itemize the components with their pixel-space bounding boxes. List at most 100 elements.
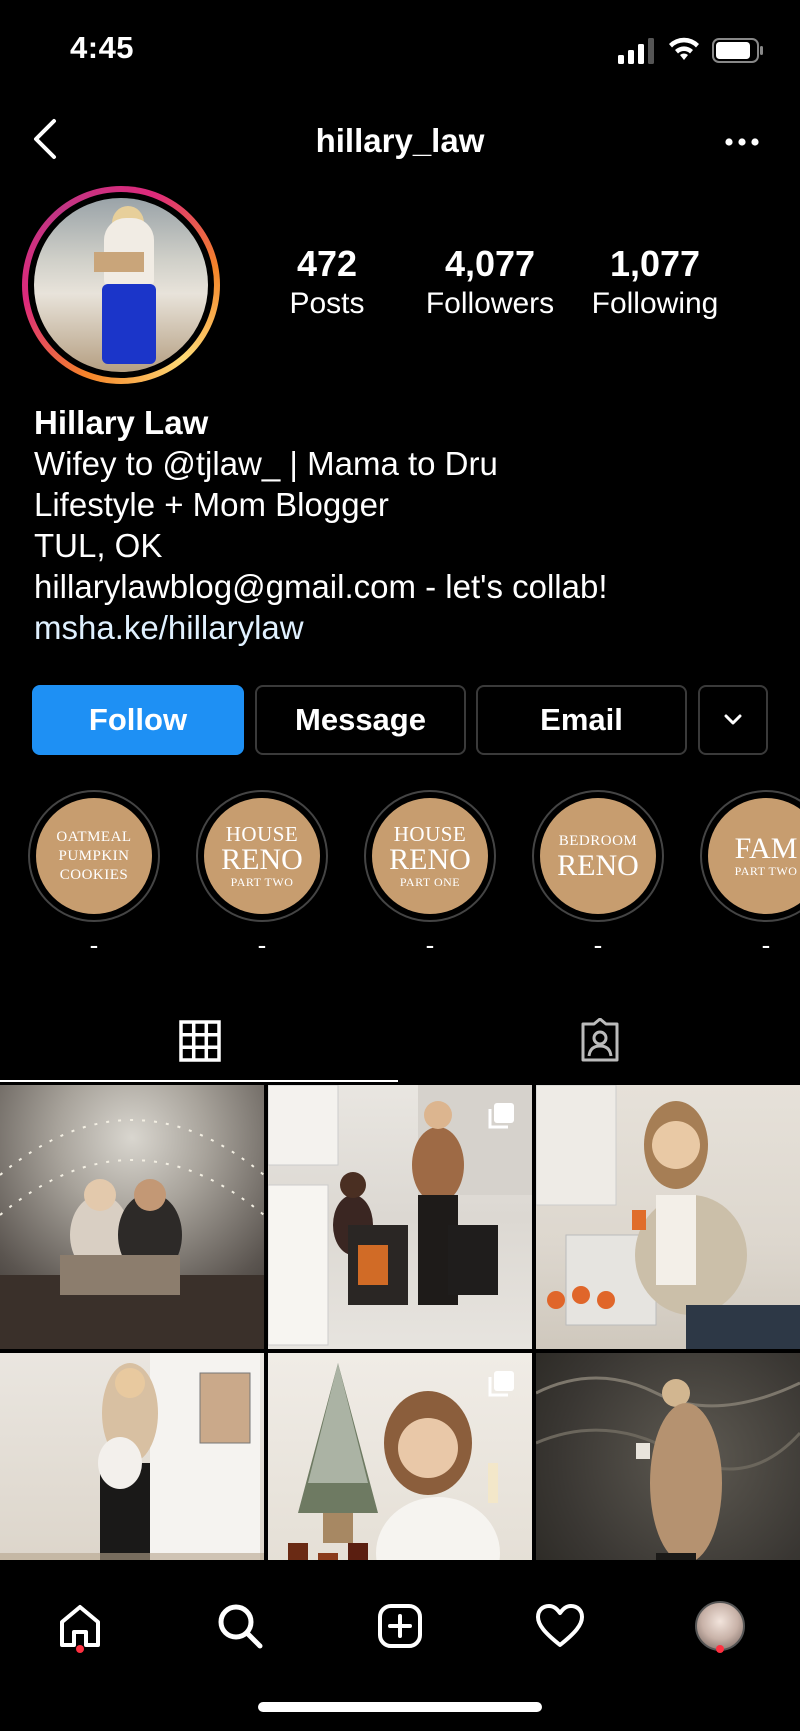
- highlight-cover-text: PART TWO: [230, 874, 294, 889]
- highlight-ring: HOUSE RENO PART TWO: [196, 790, 328, 922]
- bottom-tab-bar: [0, 1560, 800, 1731]
- highlight-cover-text: RENO: [221, 842, 303, 876]
- highlight-label: -: [593, 930, 603, 960]
- nav-search[interactable]: [200, 1586, 280, 1666]
- followers-stat[interactable]: 4,077 Followers: [415, 244, 565, 324]
- chevron-down-icon: [724, 714, 742, 725]
- multiple-photos-icon: [488, 1371, 514, 1397]
- cellular-signal-icon: [618, 38, 654, 64]
- email-button[interactable]: Email: [476, 685, 687, 755]
- new-post-icon: [378, 1604, 422, 1648]
- posts-count: 472: [296, 243, 358, 284]
- more-icon: [725, 138, 759, 146]
- highlight-cover-text: PUMPKIN: [58, 847, 130, 864]
- highlight-cover: FAM PART TWO: [708, 798, 800, 914]
- grid-icon: [179, 1020, 221, 1062]
- post-thumbnail[interactable]: [0, 1085, 264, 1349]
- highlight-cover-text: PART TWO: [734, 863, 798, 878]
- post-image: [536, 1085, 800, 1349]
- avatar-frame: [28, 192, 214, 378]
- bio-line: Lifestyle + Mom Blogger: [34, 486, 389, 523]
- highlight-ring: OATMEAL PUMPKIN COOKIES: [28, 790, 160, 922]
- highlight-cover-text: OATMEAL: [56, 828, 132, 845]
- nav-new-post[interactable]: [360, 1586, 440, 1666]
- profile-avatar: [34, 198, 208, 372]
- tagged-icon: [581, 1018, 619, 1062]
- profile-avatar: [695, 1601, 745, 1651]
- notification-dot: [76, 1645, 84, 1653]
- post-image: [0, 1119, 264, 1349]
- highlight-label: -: [761, 930, 771, 960]
- highlight-cover: HOUSE RENO PART TWO: [204, 798, 320, 914]
- highlight-cover: BEDROOM RENO: [540, 798, 656, 914]
- highlight-ring: FAM PART TWO: [700, 790, 800, 922]
- highlight-label: -: [257, 930, 267, 960]
- bio-line: Wifey to @tjlaw_ | Mama to Dru: [34, 445, 498, 482]
- highlight-cover: OATMEAL PUMPKIN COOKIES: [36, 798, 152, 914]
- following-label: Following: [591, 287, 719, 320]
- notification-dot: [716, 1645, 724, 1653]
- status-bar: 4:45: [0, 0, 800, 100]
- posts-label: Posts: [289, 287, 365, 320]
- bio-display-name: Hillary Law: [34, 404, 209, 441]
- avatar-person-pants: [102, 284, 156, 364]
- home-icon: [60, 1605, 100, 1647]
- profile-avatar-story-ring[interactable]: [22, 186, 220, 384]
- message-button[interactable]: Message: [255, 685, 466, 755]
- suggested-accounts-button[interactable]: [698, 685, 768, 755]
- profile-tabs: [0, 1000, 800, 1082]
- follow-button[interactable]: Follow: [32, 685, 244, 755]
- highlight-cover-text: COOKIES: [59, 866, 129, 883]
- bio-website-link[interactable]: msha.ke/hillarylaw: [34, 607, 774, 648]
- nav-profile[interactable]: [680, 1586, 760, 1666]
- highlight-item[interactable]: HOUSE RENO PART ONE -: [364, 790, 496, 960]
- bio-line: hillarylawblog@gmail.com - let's collab!: [34, 568, 608, 605]
- highlight-cover-text: RENO: [557, 848, 639, 882]
- following-stat[interactable]: 1,077 Following: [580, 244, 730, 324]
- following-count: 1,077: [609, 243, 701, 284]
- nav-activity[interactable]: [520, 1586, 600, 1666]
- profile-bio: Hillary Law Wifey to @tjlaw_ | Mama to D…: [34, 402, 774, 648]
- post-image: [0, 1353, 264, 1560]
- post-thumbnail[interactable]: [268, 1085, 532, 1349]
- highlight-cover-text: HOUSE: [393, 821, 467, 846]
- highlight-item[interactable]: HOUSE RENO PART TWO -: [196, 790, 328, 960]
- highlight-cover-text: BEDROOM: [558, 832, 638, 849]
- followers-count: 4,077: [444, 243, 536, 284]
- highlight-cover-text: RENO: [389, 842, 471, 876]
- post-thumbnail[interactable]: [536, 1353, 800, 1560]
- nav-home[interactable]: [40, 1586, 120, 1666]
- highlight-cover-text: FAM: [734, 831, 798, 865]
- post-thumbnail[interactable]: [536, 1085, 800, 1349]
- profile-actions: Follow Message Email: [32, 685, 768, 755]
- search-icon: [218, 1604, 263, 1649]
- highlight-item[interactable]: BEDROOM RENO -: [532, 790, 664, 960]
- post-thumbnail[interactable]: [0, 1353, 264, 1560]
- tab-posts-grid[interactable]: [0, 1000, 400, 1082]
- highlight-ring: BEDROOM RENO: [532, 790, 664, 922]
- highlight-item[interactable]: FAM PART TWO -: [700, 790, 800, 960]
- home-indicator[interactable]: [258, 1702, 542, 1712]
- highlight-cover-text: PART ONE: [399, 874, 461, 889]
- highlight-item[interactable]: OATMEAL PUMPKIN COOKIES -: [28, 790, 160, 960]
- active-tab-indicator: [0, 1080, 398, 1082]
- bio-line: TUL, OK: [34, 527, 163, 564]
- followers-label: Followers: [425, 287, 555, 320]
- profile-header: hillary_law: [0, 100, 800, 180]
- highlight-cover-text: HOUSE: [225, 821, 299, 846]
- highlight-ring: HOUSE RENO PART ONE: [364, 790, 496, 922]
- more-options-button[interactable]: [716, 124, 768, 160]
- highlight-label: -: [89, 930, 99, 960]
- posts-stat[interactable]: 472 Posts: [270, 244, 384, 324]
- post-thumbnail[interactable]: [268, 1353, 532, 1560]
- activity-icon: [536, 1604, 584, 1647]
- story-highlights: OATMEAL PUMPKIN COOKIES - HOUSE RENO PAR…: [0, 790, 800, 960]
- header-username: hillary_law: [315, 122, 485, 159]
- highlight-label: -: [425, 930, 435, 960]
- battery-icon: [712, 38, 763, 63]
- status-time: 4:45: [70, 30, 135, 65]
- highlight-cover: HOUSE RENO PART ONE: [372, 798, 488, 914]
- wifi-icon: [669, 37, 699, 60]
- tab-tagged[interactable]: [400, 1000, 800, 1082]
- multiple-photos-icon: [488, 1103, 514, 1129]
